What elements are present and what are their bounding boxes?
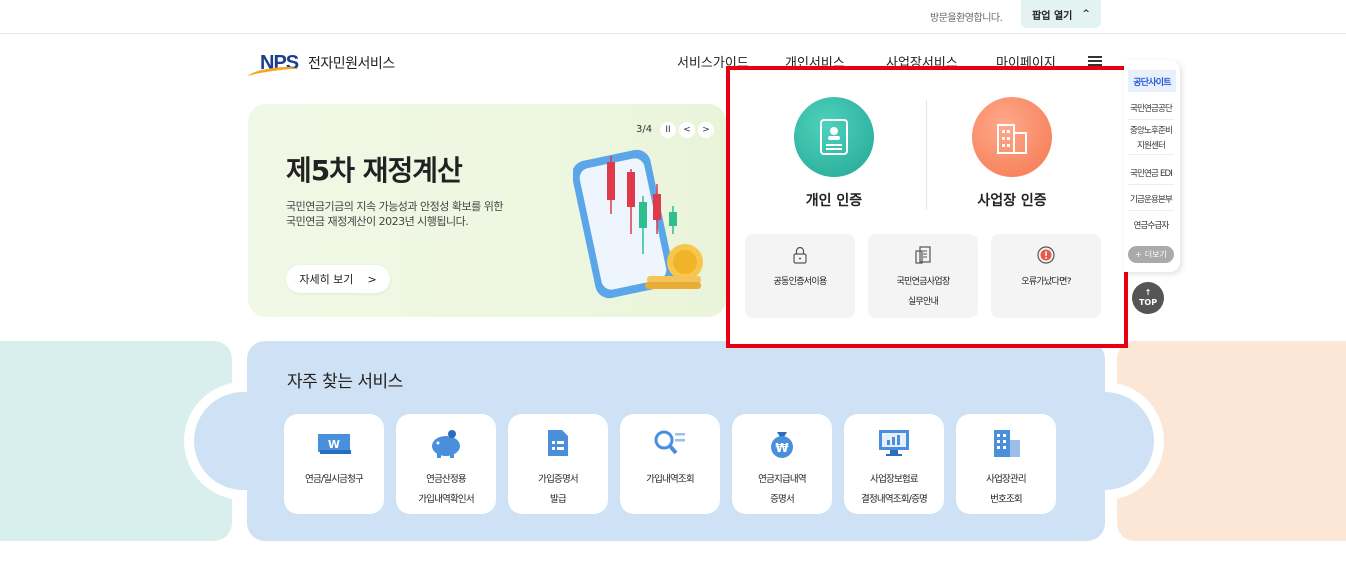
won-card-icon: W [314,428,354,458]
hamburger-menu-icon[interactable] [1088,56,1102,66]
pause-icon[interactable]: II [660,122,676,138]
document-icon [915,246,931,264]
quick-item-recipient[interactable]: 연금수급자 [1128,215,1174,237]
error-help-card[interactable]: 오류가났다면? [991,234,1101,318]
card-label: 오류가났다면? [1021,277,1071,287]
site-logo[interactable]: NPS 전자민원서비스 [247,50,395,82]
service-card-pension-claim[interactable]: W 연금/일시금청구 [284,414,384,514]
visitor-greeting: 방문을환영합니다. [930,13,1003,24]
quick-item-fund[interactable]: 기금운용본부 [1128,189,1174,211]
service-label: 가입증명서 발급 [538,474,579,505]
main-banner: 3/4 II < > 제5차 재정계산 국민연금기금의 지속 가능성과 안정성 … [248,104,726,317]
service-label: 사업장관리 번호조회 [986,474,1027,505]
banner-description: 국민연금기금의 지속 가능성과 안정성 확보를 위한 국민연금 재정계산이 20… [286,200,504,228]
top-label: TOP [1138,298,1158,307]
banner-more-label: 자세히 보기 [299,273,354,286]
service-card-premium[interactable]: 사업장보험료 결정내역조회/증명 [844,414,944,514]
popup-open-label: 팝업 열기 [1032,10,1073,22]
workplace-guide-card[interactable]: 국민연금사업장 실무안내 [868,234,978,318]
arrow-up-icon: ↑ [1144,288,1152,297]
search-list-icon [650,428,690,458]
building-outline-icon [997,124,1027,154]
next-icon[interactable]: > [698,122,714,138]
scroll-top-button[interactable]: ↑ TOP [1132,282,1164,314]
service-card-history[interactable]: 가입내역조회 [620,414,720,514]
piggy-bank-icon [426,428,466,458]
service-card-certificate[interactable]: 가입증명서 발급 [508,414,608,514]
service-label: 연금산정용 가입내역확인서 [418,474,474,505]
alert-icon [1037,246,1055,264]
service-label: 연금/일시금청구 [305,474,364,485]
quick-more-button[interactable]: + 더보기 [1128,246,1174,263]
quick-item-edi[interactable]: 국민연금 EDI [1128,163,1174,185]
popup-open-button[interactable]: 팝업 열기 ^ [1021,0,1101,28]
service-card-workplace-number[interactable]: 사업장관리 번호조회 [956,414,1056,514]
business-auth-button[interactable] [972,97,1052,177]
service-label: 사업장보험료 결정내역조회/증명 [861,474,928,505]
chevron-right-icon: > [367,272,377,286]
id-card-icon [820,119,848,155]
logo-text: 전자민원서비스 [308,56,395,72]
banner-title: 제5차 재정계산 [286,154,463,187]
personal-auth-label[interactable]: 개인 인증 [774,190,894,210]
prev-icon[interactable]: < [679,122,695,138]
service-card-pension-calc[interactable]: 연금산정용 가입내역확인서 [396,414,496,514]
card-label: 공동인증서이용 [773,277,827,287]
lock-icon [793,246,807,264]
joint-certificate-card[interactable]: 공동인증서이용 [745,234,855,318]
phone-chart-illustration [573,149,703,299]
auth-popup: 개인 인증 사업장 인증 공동인증서이용 국민연금사업장 실무안내 오류가났다면? [726,66,1128,348]
auth-divider [926,100,927,210]
service-label: 연금지급내역 증명서 [758,474,806,505]
banner-counter: 3/4 [636,124,653,135]
business-auth-label[interactable]: 사업장 인증 [952,190,1072,210]
card-label: 국민연금사업장 실무안내 [896,277,950,307]
services-title: 자주 찾는 서비스 [287,372,403,392]
quick-item-retirement[interactable]: 중앙노후준비 [1128,124,1174,139]
service-label: 가입내역조회 [646,474,694,485]
svg-text:W: W [328,438,340,451]
chevron-up-icon: ^ [1082,9,1090,19]
building-icon [986,428,1026,458]
service-card-payment-cert[interactable]: ₩ 연금지급내역 증명서 [732,414,832,514]
quick-menu-head[interactable]: 공단사이트 [1128,70,1176,92]
money-bag-icon: ₩ [762,428,802,458]
frequent-services: 자주 찾는 서비스 W 연금/일시금청구 연금산정용 가입내역확인서 가입증명서 발… [247,341,1105,541]
plus-icon: + [1135,250,1142,259]
quick-item-nps[interactable]: 국민연금공단 [1128,98,1174,120]
top-bar: 방문을환영합니다. 팝업 열기 ^ [0,0,1346,34]
quick-more-label: 더보기 [1144,250,1167,259]
quick-item-retirement-center[interactable]: 지원센터 [1128,139,1174,155]
svg-text:₩: ₩ [775,441,789,455]
document-list-icon [538,428,578,458]
quick-menu: 공단사이트 국민연금공단 중앙노후준비 지원센터 국민연금 EDI 기금운용본부… [1124,60,1180,272]
personal-auth-button[interactable] [794,97,874,177]
banner-more-button[interactable]: 자세히 보기 > [286,265,390,293]
nps-logo-icon: NPS [247,50,304,82]
monitor-chart-icon [874,428,914,458]
